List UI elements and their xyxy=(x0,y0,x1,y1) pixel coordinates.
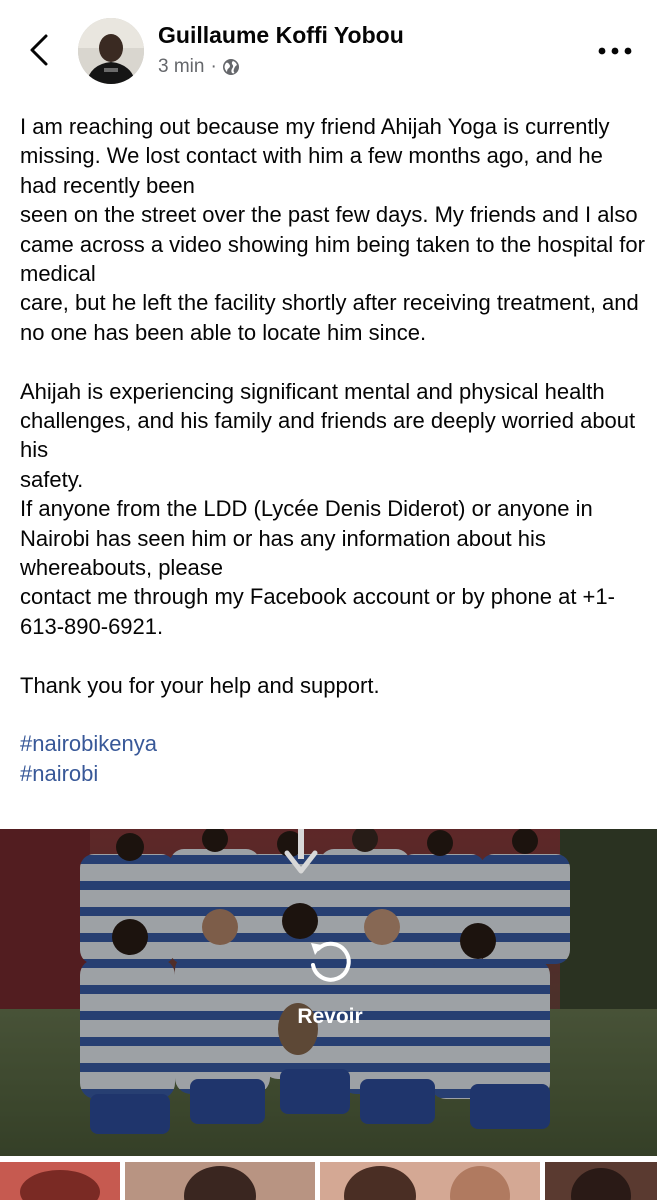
replay-label: Revoir xyxy=(297,1005,363,1028)
post-paragraph: I am reaching out because my friend Ahij… xyxy=(20,114,610,198)
avatar[interactable] xyxy=(78,18,144,84)
post-header: Guillaume Koffi Yobou 3 min · xyxy=(0,0,657,100)
back-button[interactable] xyxy=(22,30,56,70)
media-thumbnail[interactable] xyxy=(320,1162,540,1200)
hashtag-link[interactable]: #nairobikenya xyxy=(20,729,645,758)
more-horizontal-icon xyxy=(598,47,632,55)
replay-button[interactable]: Revoir xyxy=(250,935,410,1065)
post-paragraph: safety. xyxy=(20,466,84,492)
next-media-strip[interactable] xyxy=(0,1156,657,1200)
post-timestamp[interactable]: 3 min xyxy=(158,56,204,78)
post-paragraph: Thank you for your help and support. xyxy=(20,672,380,698)
globe-icon xyxy=(222,59,239,75)
post-paragraph: Ahijah is experiencing significant menta… xyxy=(20,378,636,463)
down-arrow-icon xyxy=(284,829,318,874)
post-paragraph: contact me through my Facebook account o… xyxy=(20,584,615,639)
hashtag-link[interactable]: #nairobi xyxy=(20,759,645,788)
post-paragraph: seen on the street over the past few day… xyxy=(20,202,645,287)
post-page: Guillaume Koffi Yobou 3 min · I am reach… xyxy=(0,0,657,1200)
meta-separator: · xyxy=(210,56,217,77)
author-name[interactable]: Guillaume Koffi Yobou xyxy=(158,22,404,49)
replay-icon xyxy=(311,941,351,982)
media-thumbnail[interactable] xyxy=(545,1162,657,1200)
more-options-button[interactable] xyxy=(595,36,635,66)
chevron-left-icon xyxy=(30,34,48,66)
post-paragraph: If anyone from the LDD (Lycée Denis Dide… xyxy=(20,496,593,581)
post-text: I am reaching out because my friend Ahij… xyxy=(20,112,645,788)
post-meta: 3 min · xyxy=(158,56,240,78)
media-thumbnail[interactable] xyxy=(0,1162,120,1200)
media-thumbnail[interactable] xyxy=(125,1162,315,1200)
post-paragraph: care, but he left the facility shortly a… xyxy=(20,290,639,345)
